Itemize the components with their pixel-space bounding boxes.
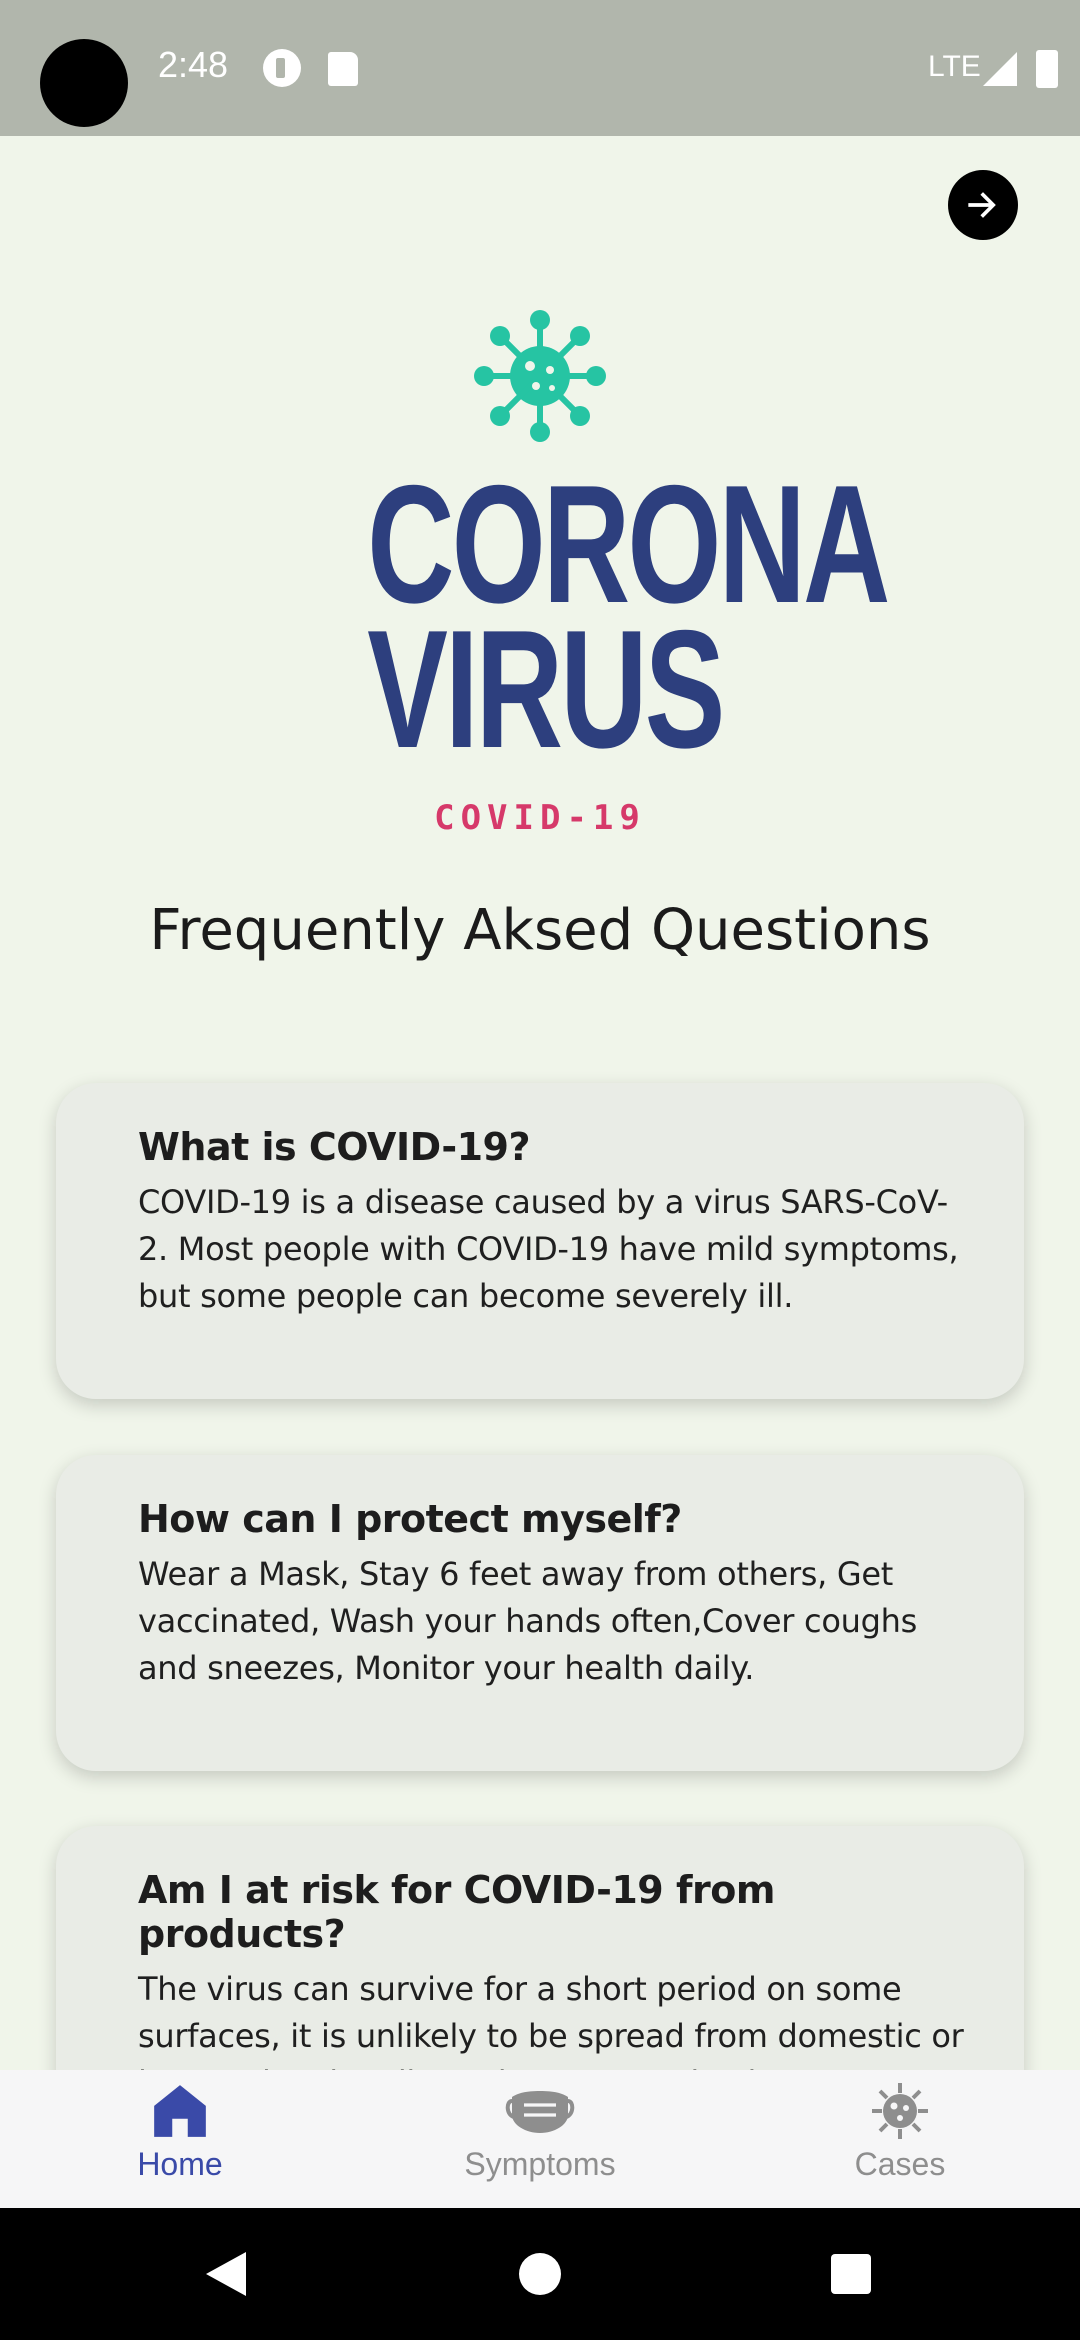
nav-item-home[interactable]: Home [0,2070,360,2208]
camera-cutout [40,39,128,127]
status-bar: 2:48 LTE [0,0,1080,136]
arrow-right-icon [968,192,996,218]
forward-button[interactable] [948,170,1018,240]
page-title: Frequently Aksed Questions [149,898,931,963]
status-time: 2:48 [158,44,229,85]
home-button-icon[interactable] [518,2252,562,2296]
faq-answer: COVID-19 is a disease caused by a virus … [138,1183,959,1315]
nav-label-symptoms: Symptoms [464,2146,616,2182]
nav-item-cases[interactable]: Cases [720,2070,1080,2208]
nav-item-symptoms[interactable]: Symptoms [360,2070,720,2208]
sd-card-icon [328,52,358,86]
faq-card[interactable]: How can I protect myself? Wear a Mask, S… [56,1455,1024,1771]
mask-icon [505,2091,575,2133]
faq-card[interactable]: What is COVID-19? COVID-19 is a disease … [56,1083,1024,1399]
faq-question: What is COVID-19? [138,1125,531,1169]
faq-answer: Wear a Mask, Stay 6 feet away from other… [138,1555,917,1687]
virus-icon [474,310,606,442]
virus-icon [872,2083,928,2139]
system-navigation-bar [0,2208,1080,2340]
signal-icon [983,52,1017,86]
logo-subtitle: COVID-19 [434,798,646,838]
recents-icon[interactable] [830,2253,872,2295]
corona-virus-logo: CORONA VIRUS COVID-19 [300,300,890,860]
notification-icon [263,49,301,87]
faq-question: How can I protect myself? [138,1497,682,1541]
home-icon [154,2085,206,2137]
network-type: LTE [928,50,981,83]
bottom-navigation: Home Symptoms Cases [0,2070,1080,2208]
nav-label-cases: Cases [854,2146,946,2182]
back-icon[interactable] [204,2250,248,2298]
logo-title-line2: VIRUS [367,595,725,783]
faq-question: Am I at risk for COVID-19 from products? [138,1868,775,1956]
nav-label-home: Home [137,2146,223,2182]
battery-icon [1036,50,1058,88]
